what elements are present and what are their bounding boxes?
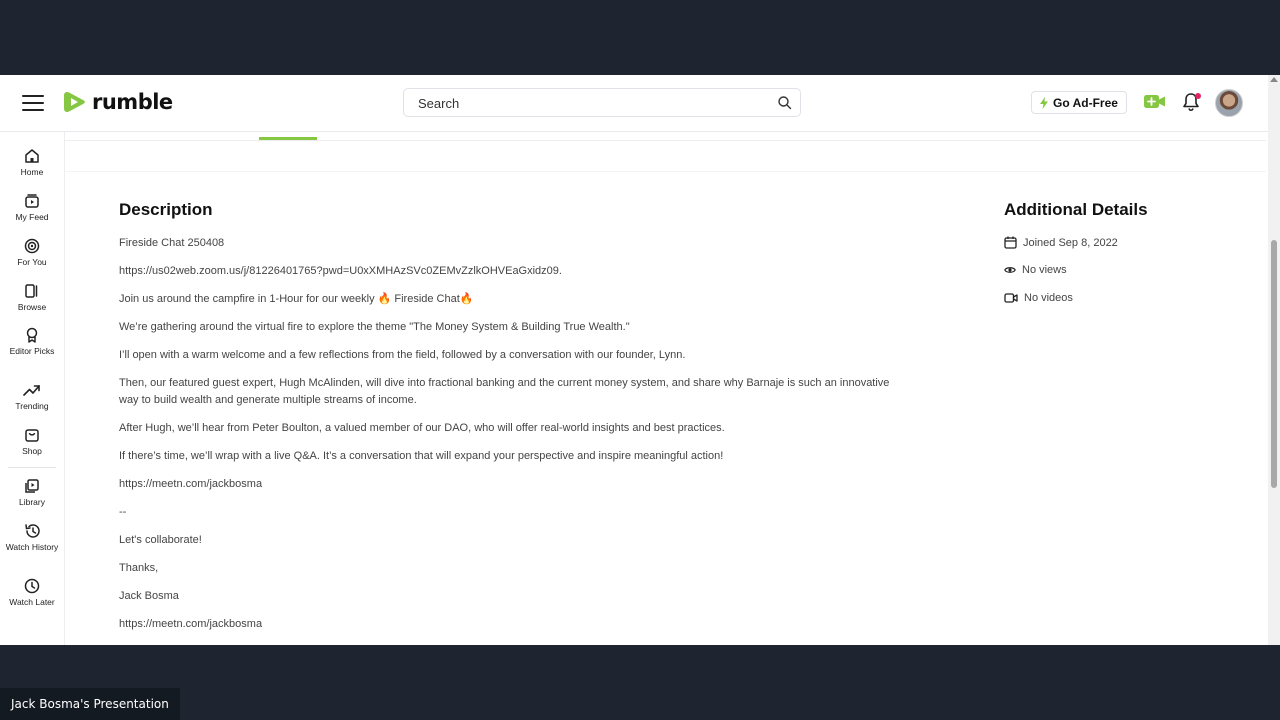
sidebar-item-library[interactable]: Library [0, 478, 64, 507]
meetn-link[interactable]: https://meetn.com/jackbosma [119, 616, 909, 633]
menu-icon[interactable] [22, 95, 44, 111]
description-paragraph: After Hugh, we’ll hear from Peter Boulto… [119, 422, 725, 434]
shop-icon [25, 429, 39, 442]
description-body: Fireside Chat 250408 https://us02web.zoo… [119, 235, 909, 644]
sidebar-item-shop[interactable]: Shop [0, 427, 64, 456]
joined-row: Joined Sep 8, 2022 [1004, 236, 1118, 249]
description-paragraph: I’ll open with a warm welcome and a few … [119, 349, 686, 361]
meetn-link[interactable]: https://meetn.com/jackbosma [119, 476, 909, 493]
presentation-caption: Jack Bosma's Presentation [0, 688, 180, 720]
sidebar-item-label: Home [20, 167, 44, 177]
sidebar-item-home[interactable]: Home [0, 148, 64, 177]
sidebar-item-for-you[interactable]: For You [0, 238, 64, 267]
joined-date: Joined Sep 8, 2022 [1023, 236, 1118, 249]
trending-icon [23, 385, 40, 396]
description-paragraph: Fireside Chat 250408 [119, 237, 225, 249]
sidebar-item-browse[interactable]: Browse [0, 283, 64, 312]
browse-icon [25, 284, 38, 298]
rumble-play-icon [64, 92, 85, 112]
description-heading: Description [119, 200, 213, 219]
scroll-thumb[interactable] [1271, 240, 1277, 488]
sidebar-item-label: Shop [22, 446, 42, 456]
videos-count: No videos [1024, 292, 1073, 304]
views-count: No views [1022, 264, 1067, 276]
history-icon [24, 524, 40, 538]
lightning-icon [1040, 96, 1049, 109]
home-icon [25, 149, 39, 163]
description-paragraph: We’re gathering around the virtual fire … [119, 321, 630, 333]
sidebar-item-label: My Feed [15, 212, 49, 222]
ad-free-label: Go Ad-Free [1053, 95, 1118, 110]
library-icon [25, 479, 39, 493]
description-paragraph: Let's collaborate! [119, 534, 202, 546]
scrollbar[interactable] [1268, 75, 1280, 645]
description-paragraph: -- [119, 506, 127, 518]
target-icon [24, 238, 40, 254]
sidebar-item-label: For You [17, 257, 47, 267]
upload-video-icon[interactable] [1144, 94, 1166, 109]
zoom-link[interactable]: https://us02web.zoom.us/j/81226401765?pw… [119, 263, 909, 280]
tab-bar-border [64, 140, 1266, 141]
search-icon[interactable] [777, 95, 792, 110]
top-header: rumble Go Ad-Free [0, 75, 1268, 132]
calendar-icon [1004, 236, 1017, 249]
clock-icon [24, 578, 40, 594]
sidebar-item-watch-history[interactable]: Watch History [0, 523, 64, 552]
logo-text: rumble [92, 90, 173, 114]
feed-icon [25, 194, 39, 208]
browser-window: rumble Go Ad-Free [0, 75, 1280, 645]
additional-details-heading: Additional Details [1004, 200, 1148, 219]
avatar[interactable] [1215, 89, 1243, 117]
award-icon [26, 327, 38, 343]
description-paragraph: Jack Bosma [119, 590, 179, 602]
go-ad-free-button[interactable]: Go Ad-Free [1031, 91, 1127, 114]
views-row: No views [1004, 264, 1067, 276]
video-camera-icon [1004, 293, 1018, 303]
videos-row: No videos [1004, 292, 1073, 304]
sidebar-item-label: Library [19, 497, 45, 507]
search-box[interactable] [403, 88, 801, 117]
sidebar-item-trending[interactable]: Trending [0, 382, 64, 411]
sidebar-item-label: Watch Later [9, 597, 55, 607]
description-paragraph: If there’s time, we’ll wrap with a live … [119, 450, 724, 462]
sidebar-item-label: Browse [17, 302, 47, 312]
search-input[interactable] [416, 95, 760, 112]
description-paragraph: Then, our featured guest expert, Hugh Mc… [119, 377, 890, 406]
sidebar-item-editor-picks[interactable]: Editor Picks [0, 327, 64, 356]
sidebar-item-label: Watch History [5, 542, 59, 552]
sidebar-item-my-feed[interactable]: My Feed [0, 193, 64, 222]
sidebar: Home My Feed For You Browse Editor Picks… [0, 132, 65, 645]
sidebar-item-watch-later[interactable]: Watch Later [0, 578, 64, 607]
section-divider [64, 171, 1266, 172]
rumble-logo[interactable]: rumble [63, 89, 173, 115]
active-tab-indicator [259, 137, 317, 140]
description-paragraph: Thanks, [119, 562, 159, 574]
eye-icon [1004, 267, 1016, 273]
sidebar-divider [8, 467, 56, 468]
description-paragraph: Join us around the campfire in 1-Hour fo… [119, 293, 474, 305]
sidebar-item-label: Editor Picks [9, 346, 55, 356]
scroll-up-arrow-icon[interactable] [1270, 77, 1278, 82]
notification-dot [1195, 93, 1201, 99]
sidebar-item-label: Trending [15, 401, 49, 411]
